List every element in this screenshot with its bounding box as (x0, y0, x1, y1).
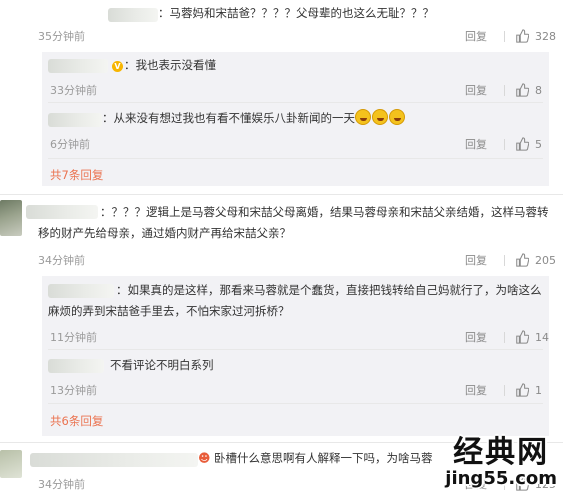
username-blurred[interactable] (30, 453, 198, 467)
reply-divider (48, 349, 543, 350)
like-count: 1 (535, 383, 542, 397)
like-count: 5 (535, 137, 542, 151)
comment-time: 34分钟前 (38, 254, 85, 267)
reply-actions: 回复 1 (448, 382, 563, 398)
like-count: 14 (535, 330, 549, 344)
emoji-icon: ☻ (198, 451, 211, 465)
reply-actions: 回复 14 (448, 329, 563, 345)
thumbs-up-icon (516, 330, 529, 344)
like-button[interactable]: 205 (505, 253, 563, 267)
reply-button[interactable]: 回复 (448, 82, 504, 98)
like-count: 205 (535, 253, 556, 267)
site-watermark: 经典网 jing55.com (445, 437, 557, 489)
reply-time: 6分钟前 (50, 138, 90, 151)
crying-laughing-emoji-icon (389, 109, 405, 125)
avatar[interactable] (0, 450, 22, 478)
reply-divider (48, 102, 543, 103)
comment-actions: 回复 205 (448, 252, 563, 268)
view-more-replies-link[interactable]: 共7条回复 (50, 167, 103, 183)
comment-text: ：马蓉妈和宋喆爸？？？？父母辈的也这么无耻？？？ (158, 6, 434, 20)
reply-time: 13分钟前 (50, 384, 97, 397)
reply-button[interactable]: 回复 (448, 136, 504, 152)
reply-button[interactable]: 回复 (448, 252, 504, 268)
reply-actions: 回复 5 (448, 136, 563, 152)
like-button[interactable]: 1 (505, 383, 563, 397)
comment-actions: 回复 328 (448, 28, 563, 44)
reply-time: 11分钟前 (50, 331, 97, 344)
like-count: 8 (535, 83, 542, 97)
username-blurred[interactable] (108, 8, 158, 22)
reply-button[interactable]: 回复 (448, 329, 504, 345)
like-button[interactable]: 5 (505, 137, 563, 151)
thumbs-up-icon (516, 253, 529, 267)
like-button[interactable]: 8 (505, 83, 563, 97)
username-blurred[interactable] (48, 59, 108, 73)
reply-time: 33分钟前 (50, 84, 97, 97)
like-button[interactable]: 328 (505, 29, 563, 43)
reply-text: ：我也表示没看懂 (124, 58, 216, 72)
vip-badge-icon: V (112, 61, 123, 72)
thumbs-up-icon (516, 137, 529, 151)
reply-text: ：从来没有想过我也有看不懂娱乐八卦新闻的一天 (102, 108, 406, 129)
comment-time: 35分钟前 (38, 30, 85, 43)
reply-divider (48, 158, 543, 159)
avatar[interactable] (0, 200, 22, 236)
thumbs-up-icon (516, 29, 529, 43)
crying-laughing-emoji-icon (372, 109, 388, 125)
like-count: 328 (535, 29, 556, 43)
comment-time: 34分钟前 (38, 478, 85, 491)
username-blurred[interactable] (48, 359, 104, 373)
reply-text: ：如果真的是这样，那看来马蓉就是个蠢货，直接把钱转给自己妈就行了，为啥这么麻烦的… (48, 283, 542, 318)
watermark-title: 经典网 (453, 435, 550, 470)
reply-text: 不看评论不明白系列 (110, 358, 214, 372)
reply-actions: 回复 8 (448, 82, 563, 98)
reply-divider (48, 403, 543, 404)
thumbs-up-icon (516, 83, 529, 97)
username-blurred[interactable] (48, 113, 102, 127)
like-button[interactable]: 14 (505, 330, 563, 344)
crying-laughing-emoji-icon (355, 109, 371, 125)
view-more-replies-link[interactable]: 共6条回复 (50, 413, 103, 429)
watermark-url: jing55.com (445, 468, 557, 489)
reply-button[interactable]: 回复 (448, 28, 504, 44)
reply-button[interactable]: 回复 (448, 382, 504, 398)
comment-text: ：？？？逻辑上是马蓉父母和宋喆父母离婚，结果马蓉母亲和宋喆父亲结婚，这样马蓉转移… (38, 205, 549, 240)
comment-divider (0, 194, 563, 195)
thumbs-up-icon (516, 383, 529, 397)
